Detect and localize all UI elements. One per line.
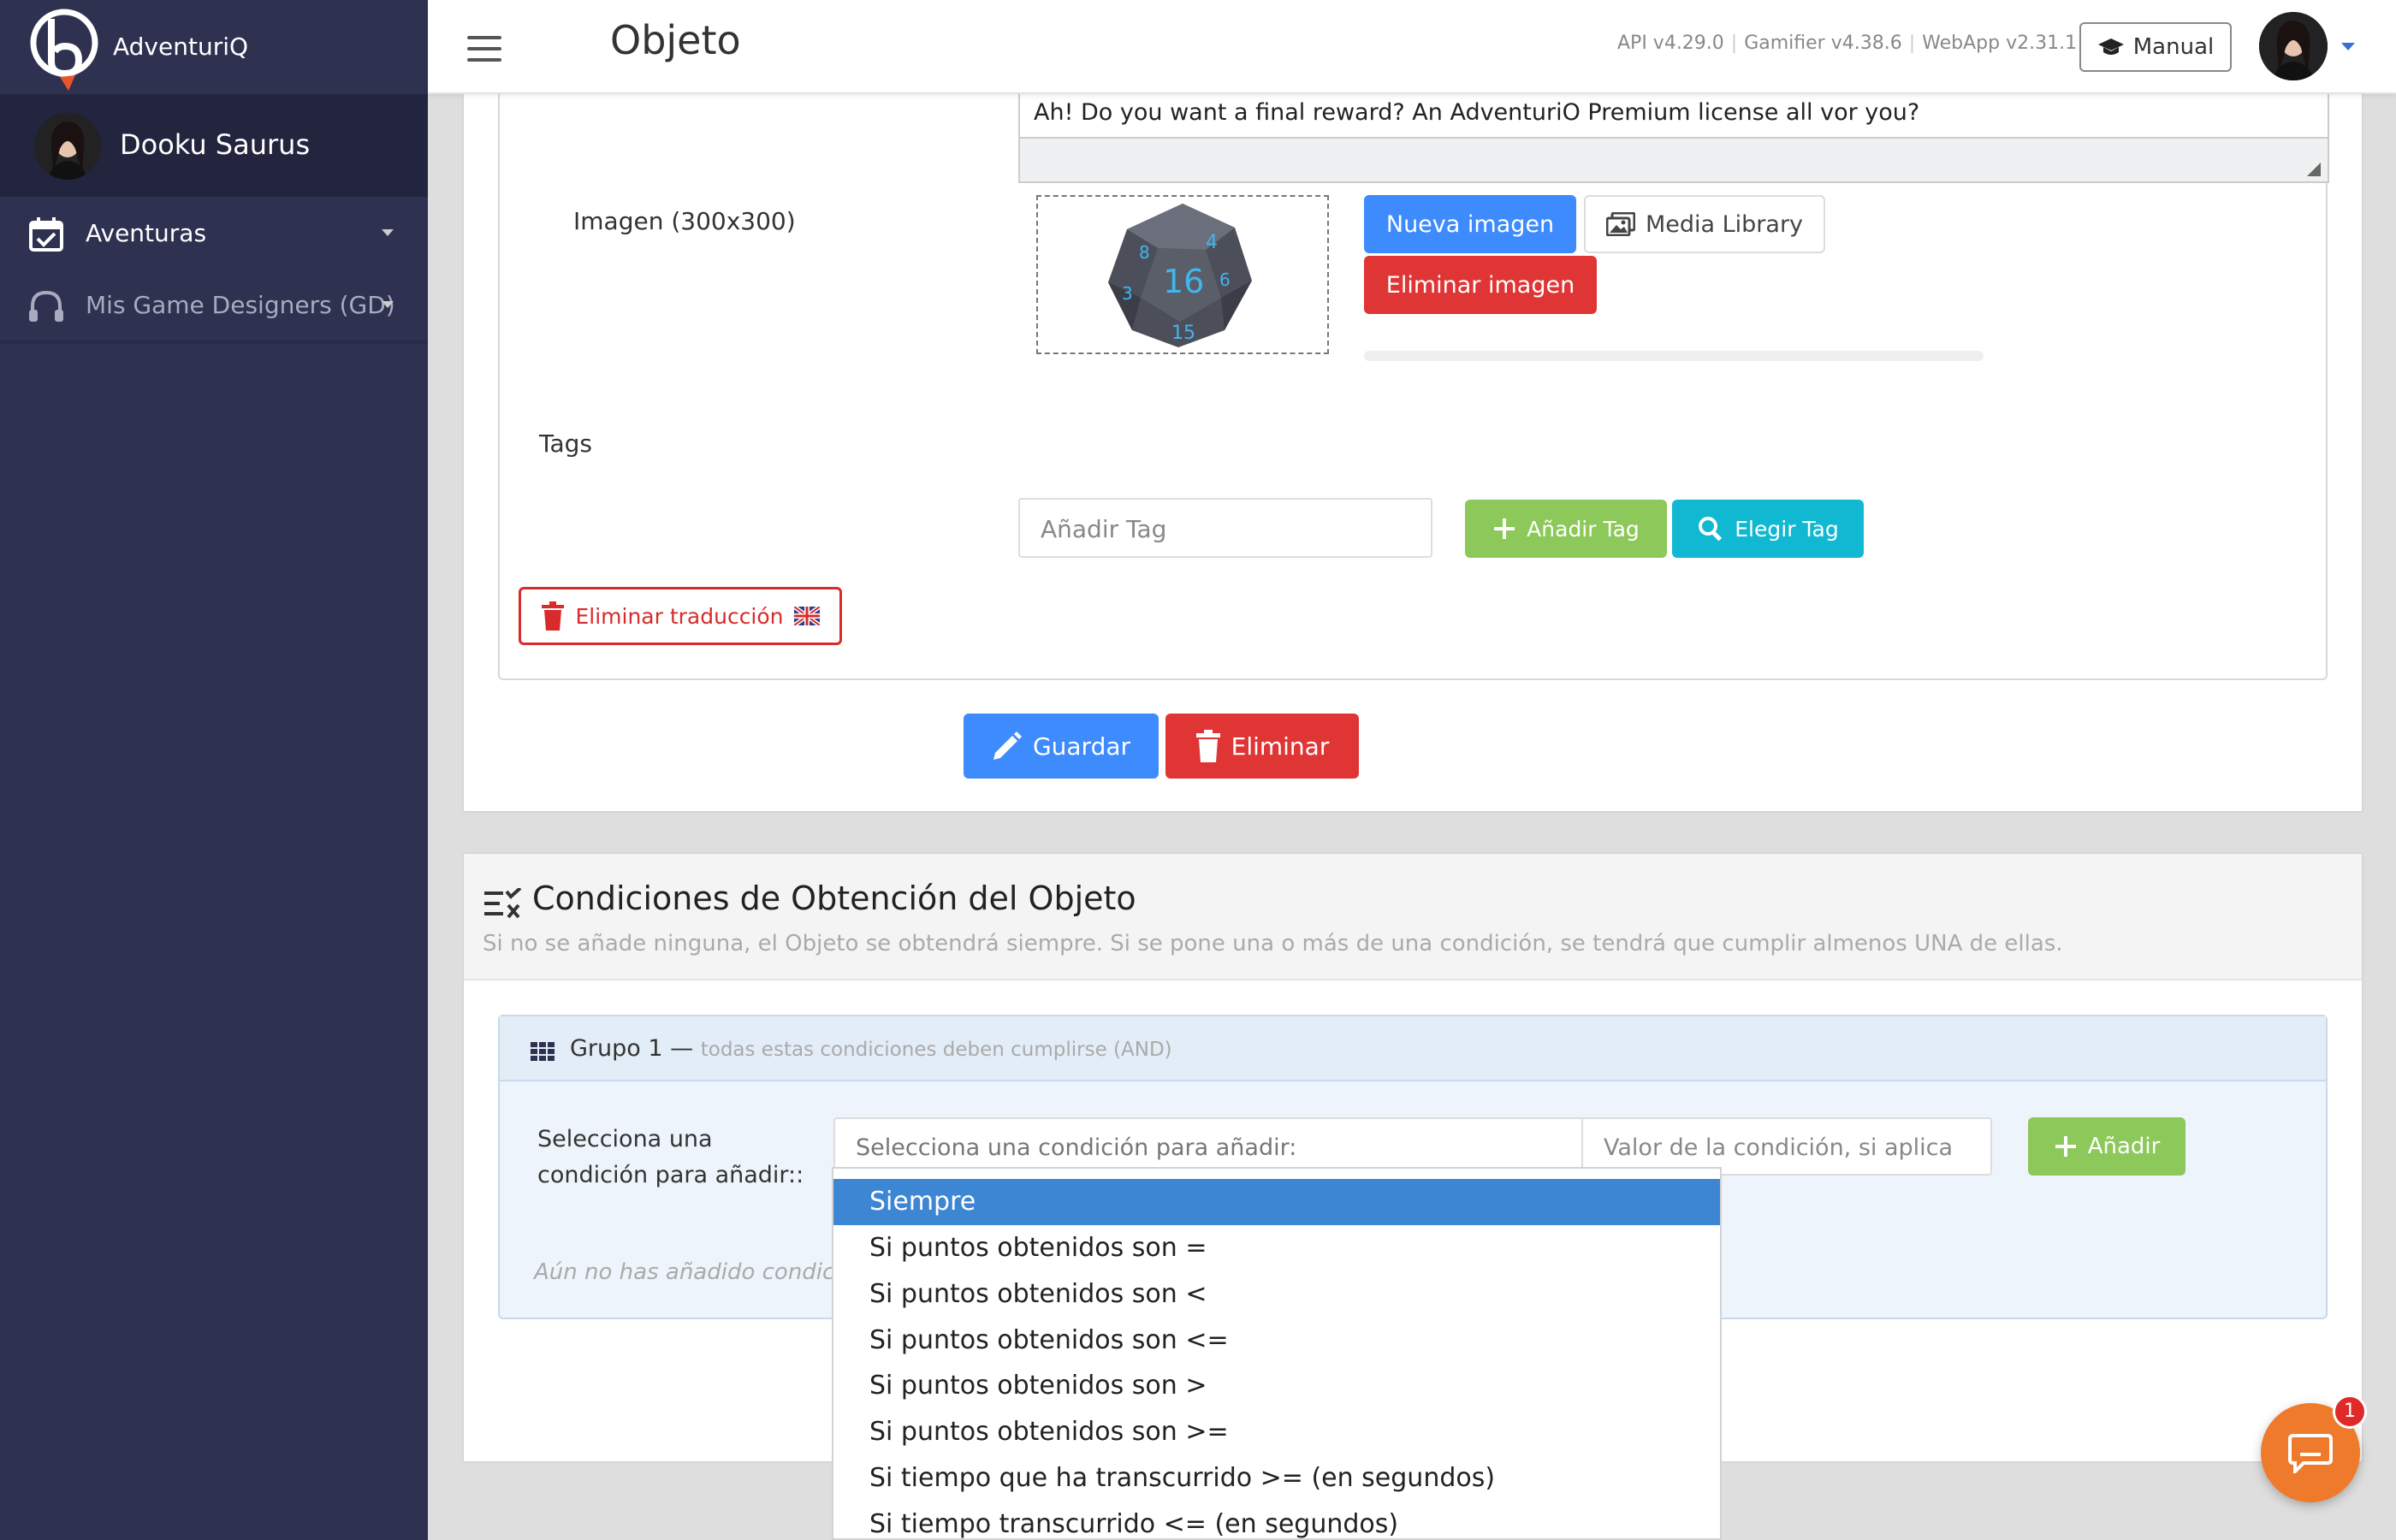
save-label: Guardar [1032, 732, 1131, 761]
condition-value-placeholder: Valor de la condición, si aplica [1604, 1134, 1954, 1161]
list-check-icon [484, 888, 522, 919]
sidebar-item-game-designers[interactable]: Mis Game Designers (GD) [0, 270, 428, 341]
trash-icon [1195, 730, 1220, 762]
svg-text:15: 15 [1171, 323, 1195, 344]
dropdown-option[interactable]: Siempre [833, 1179, 1720, 1225]
dropdown-option[interactable]: Si puntos obtenidos son < [833, 1271, 1720, 1318]
upload-progress-bar [1364, 351, 1984, 361]
delete-label: Eliminar [1231, 732, 1330, 761]
add-tag-button[interactable]: Añadir Tag [1465, 500, 1667, 558]
delete-translation-label: Eliminar traducción [575, 603, 784, 629]
choose-tag-button[interactable]: Elegir Tag [1672, 500, 1864, 558]
sidebar: AdventuriQ Dooku Saurus Aventuras Mis Ga… [0, 0, 428, 1540]
plus-icon [2055, 1136, 2076, 1157]
delete-button[interactable]: Eliminar [1165, 714, 1359, 779]
adventuriq-logo-icon [30, 9, 98, 91]
gamifier-version: Gamifier v4.38.6 [1744, 33, 1902, 54]
svg-text:4: 4 [1206, 232, 1218, 253]
avatar [34, 113, 101, 180]
svg-text:16: 16 [1163, 263, 1204, 300]
divider [0, 341, 428, 344]
headphones-icon [29, 290, 63, 322]
manual-button[interactable]: Manual [2079, 22, 2232, 72]
add-condition-button[interactable]: Añadir [2028, 1117, 2185, 1176]
version-info: API v4.29.0 | Gamifier v4.38.6 | WebApp v2.3… [1617, 33, 2078, 54]
brand[interactable]: AdventuriQ [0, 0, 428, 94]
page-title: Objeto [610, 17, 741, 63]
delete-image-label: Eliminar imagen [1385, 271, 1575, 299]
user-name: Dooku Saurus [120, 128, 311, 161]
textarea-value: Ah! Do you want a final reward? An Adven… [1034, 99, 1920, 126]
caret-down-icon [382, 229, 394, 236]
choose-tag-label: Elegir Tag [1735, 516, 1839, 542]
images-icon [1605, 212, 1635, 236]
tags-label: Tags [539, 429, 592, 458]
condition-select-placeholder: Selecciona una condición para añadir: [856, 1134, 1297, 1161]
brand-name: AdventuriQ [113, 33, 249, 61]
condition-dropdown: Siempre Si puntos obtenidos son = Si pun… [832, 1167, 1722, 1540]
avatar[interactable] [2259, 12, 2328, 80]
conditions-subtitle: Si no se añade ninguna, el Objeto se obt… [483, 931, 2063, 957]
sidebar-item-label: Mis Game Designers (GD) [86, 291, 395, 319]
pencil-icon [993, 732, 1022, 760]
grid-icon [531, 1042, 555, 1061]
select-label-line2: condición para añadir:: [537, 1162, 804, 1188]
group-header: Grupo 1 — todas estas condiciones deben … [500, 1016, 2326, 1081]
dropdown-option[interactable]: Si puntos obtenidos son = [833, 1225, 1720, 1271]
image-preview: 16 4 8 6 3 15 [1036, 195, 1329, 354]
svg-text:8: 8 [1139, 242, 1150, 263]
object-form-card: Ah! Do you want a final reward? An Adven… [462, 60, 2363, 813]
new-image-label: Nueva imagen [1385, 210, 1555, 238]
delete-image-button[interactable]: Eliminar imagen [1364, 256, 1597, 314]
svg-text:3: 3 [1122, 283, 1133, 304]
topbar: Objeto API v4.29.0 | Gamifier v4.38.6 | WebA… [428, 0, 2396, 94]
graduation-cap-icon [2097, 38, 2124, 55]
dropdown-option[interactable]: Si puntos obtenidos son > [833, 1363, 1720, 1409]
plus-icon [1494, 518, 1515, 539]
dropdown-option[interactable]: Si puntos obtenidos son <= [833, 1318, 1720, 1364]
media-library-label: Media Library [1645, 210, 1804, 238]
textarea-footer [1020, 137, 2328, 181]
api-version: API v4.29.0 [1617, 33, 1724, 54]
sidebar-user[interactable]: Dooku Saurus [0, 94, 428, 197]
webapp-version: WebApp v2.31.1 [1922, 33, 2078, 54]
dropdown-option[interactable]: Si puntos obtenidos son >= [833, 1409, 1720, 1455]
image-label: Imagen (300x300) [573, 207, 796, 235]
dropdown-option[interactable]: Si tiempo que ha transcurrido >= (en seg… [833, 1455, 1720, 1502]
caret-down-icon[interactable] [2341, 43, 2355, 50]
sidebar-item-aventuras[interactable]: Aventuras [0, 198, 428, 269]
add-tag-label: Añadir Tag [1527, 516, 1640, 542]
notification-badge: 1 [2333, 1395, 2367, 1429]
d20-dice-icon: 16 4 8 6 3 15 [1108, 204, 1252, 347]
select-label: Selecciona una [537, 1126, 713, 1152]
conditions-title: Condiciones de Obtención del Objeto [532, 880, 1136, 917]
new-image-button[interactable]: Nueva imagen [1364, 195, 1576, 253]
translation-panel: Ah! Do you want a final reward? An Adven… [498, 62, 2329, 680]
delete-translation-button[interactable]: Eliminar traducción [519, 587, 842, 645]
trash-icon [542, 601, 565, 631]
tag-input[interactable]: Añadir Tag [1018, 498, 1432, 558]
sidebar-item-label: Aventuras [86, 219, 207, 247]
group-note: todas estas condiciones deben cumplirse … [700, 1039, 1172, 1061]
manual-label: Manual [2132, 34, 2215, 60]
search-icon [1699, 517, 1723, 542]
description-textarea[interactable]: Ah! Do you want a final reward? An Adven… [1018, 86, 2329, 183]
group-title: Grupo 1 — todas estas condiciones deben … [570, 1035, 1172, 1062]
save-button[interactable]: Guardar [964, 714, 1159, 779]
svg-text:6: 6 [1219, 270, 1231, 290]
caret-down-icon [382, 301, 394, 308]
add-condition-label: Añadir [2087, 1134, 2161, 1159]
tag-input-placeholder: Añadir Tag [1041, 515, 1167, 543]
media-library-button[interactable]: Media Library [1584, 195, 1825, 253]
resize-handle-icon[interactable] [2307, 163, 2321, 176]
calendar-check-icon [29, 217, 63, 252]
dropdown-option[interactable]: Si tiempo transcurrido <= (en segundos) [833, 1502, 1720, 1538]
chat-icon [2288, 1434, 2333, 1473]
menu-toggle-icon[interactable] [467, 36, 501, 62]
conditions-header: Condiciones de Obtención del Objeto Si n… [464, 854, 2362, 980]
uk-flag-icon [793, 607, 820, 625]
